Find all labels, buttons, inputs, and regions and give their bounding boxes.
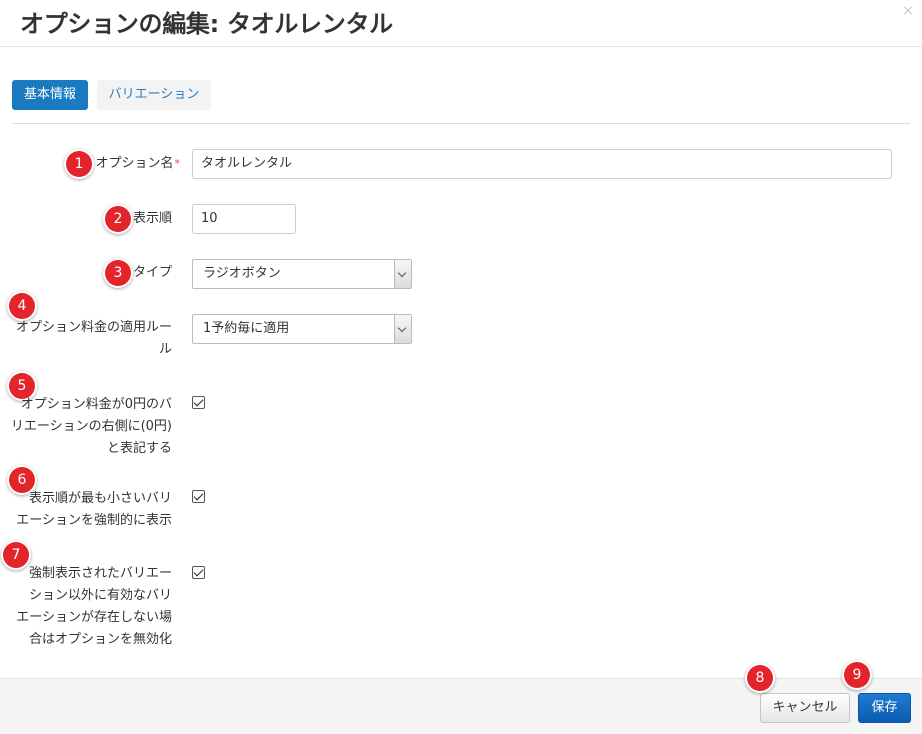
force-smallest-label-line: エーションを強制的に表示 — [16, 513, 172, 528]
type-select[interactable]: ラジオボタン — [192, 259, 412, 289]
modal-header: オプションの編集: タオルレンタル × — [0, 0, 922, 47]
chevron-down-icon — [394, 315, 411, 343]
callout-badge-9: 9 — [844, 662, 870, 688]
force-smallest-label-line: 表示順が最も小さいバリ — [28, 491, 172, 506]
force-smallest-label: 表示順が最も小さいバリ エーションを強制的に表示 — [10, 488, 172, 532]
display-order-input[interactable]: 10 — [192, 204, 296, 234]
disable-option-label-line: 強制表示されたバリエー — [28, 566, 172, 581]
tab-divider — [12, 123, 910, 124]
required-mark: * — [174, 157, 181, 170]
show-zero-yen-label-line: リエーションの右側に(0円) — [10, 419, 172, 434]
fee-rule-select[interactable]: 1予約毎に適用 — [192, 314, 412, 344]
callout-badge-8: 8 — [747, 665, 773, 691]
force-smallest-checkbox[interactable] — [192, 490, 205, 503]
show-zero-yen-checkbox[interactable] — [192, 396, 205, 409]
chevron-down-icon — [394, 260, 411, 288]
callout-badge-4: 4 — [9, 293, 35, 319]
show-zero-yen-label-line: オプション料金が0円のバ — [20, 397, 172, 412]
fee-rule-select-value: 1予約毎に適用 — [203, 321, 290, 336]
type-label: タイプ — [132, 265, 172, 280]
fee-rule-label-line-1: オプション料金の適用ルー — [15, 320, 172, 335]
tab-variations[interactable]: バリエーション — [97, 80, 211, 110]
callout-badge-1: 1 — [66, 151, 92, 177]
disable-option-label-line: 合はオプションを無効化 — [28, 632, 172, 647]
option-name-label-text: オプション名 — [95, 156, 174, 171]
save-button[interactable]: 保存 — [858, 693, 911, 723]
disable-option-label: 強制表示されたバリエー ション以外に有効なバリ エーションが存在しない場 合はオ… — [10, 563, 172, 651]
disable-option-label-line: ション以外に有効なバリ — [28, 588, 172, 603]
close-icon[interactable]: × — [902, 4, 914, 18]
tab-basic-info[interactable]: 基本情報 — [12, 80, 88, 110]
show-zero-yen-label-line: と表記する — [106, 441, 172, 456]
show-zero-yen-label: オプション料金が0円のバ リエーションの右側に(0円) と表記する — [10, 394, 172, 460]
modal-title: オプションの編集: タオルレンタル — [20, 10, 393, 38]
type-select-value: ラジオボタン — [203, 266, 281, 281]
cancel-button[interactable]: キャンセル — [760, 693, 850, 723]
option-name-label: オプション名* — [92, 153, 180, 175]
disable-option-checkbox[interactable] — [192, 566, 205, 579]
disable-option-label-line: エーションが存在しない場 — [16, 610, 172, 625]
option-name-input[interactable]: タオルレンタル — [192, 149, 892, 179]
fee-rule-label: オプション料金の適用ルー ル — [10, 317, 172, 361]
display-order-label: 表示順 — [132, 211, 172, 226]
fee-rule-label-line-2: ル — [158, 342, 172, 357]
